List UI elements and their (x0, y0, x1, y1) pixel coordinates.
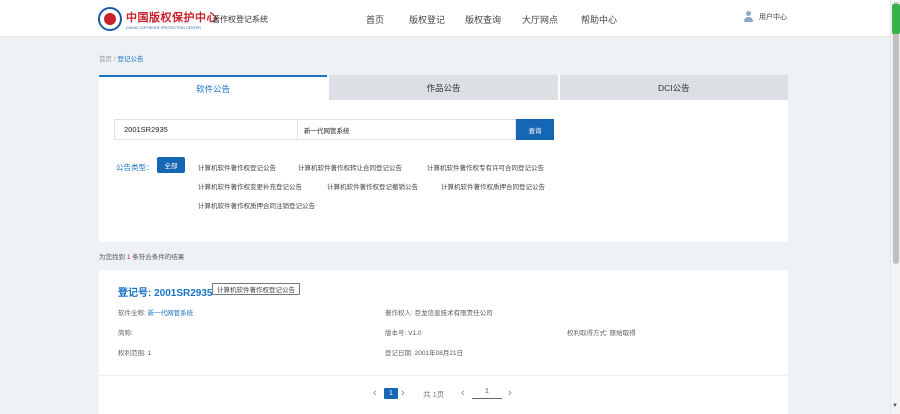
tab-software[interactable]: 软件公告 (99, 75, 328, 100)
vertical-scrollbar[interactable]: ▼ (890, 0, 900, 414)
scrollbar-thumb[interactable] (893, 2, 899, 264)
system-name: 著作权登记系统 (212, 15, 268, 24)
filter-pledge-contract[interactable]: 计算机软件著作权质押合同登记公告 (441, 181, 545, 191)
breadcrumb-current: 登记公告 (117, 56, 144, 63)
breadcrumb-home[interactable]: 首页 (99, 56, 112, 63)
registration-date: 登记日期: 2001年08月21日 (385, 350, 464, 357)
top-header: 中国版权保护中心 CHINA COPYRIGHT PROTECTION CENT… (0, 0, 890, 37)
current-page[interactable]: 1 (384, 388, 398, 399)
user-icon (743, 11, 754, 23)
total-pages: 共 1页 (423, 390, 445, 399)
filter-pledge-cancellation[interactable]: 计算机软件著作权质押合同注销登记公告 (198, 200, 315, 210)
breadcrumb: 首页 / 登记公告 (99, 53, 143, 63)
card-divider (99, 375, 788, 376)
logo-emblem-icon (98, 7, 122, 31)
filter-revocation[interactable]: 计算机软件著作权登记撤销公告 (327, 181, 418, 191)
scroll-down-icon[interactable]: ▼ (892, 403, 898, 409)
page-jump-input[interactable]: 1 (472, 388, 502, 399)
software-full-name: 软件全称: 新一代网管系统 (118, 310, 194, 317)
filter-change-supplement[interactable]: 计算机软件著作权变更补充登记公告 (198, 181, 302, 191)
filter-all-button[interactable]: 全部 (157, 157, 185, 173)
logo-title: 中国版权保护中心 (126, 10, 218, 24)
search-panel: 软件公告 作品公告 DCI公告 2001SR2935 新一代网管系统 查询 公告… (99, 75, 788, 242)
breadcrumb-separator: / (113, 56, 116, 63)
nav-copyright-registration[interactable]: 版权登记 (409, 13, 445, 26)
rights-scope: 权利范围: 1 (118, 350, 152, 357)
software-full-name-value[interactable]: 新一代网管系统 (148, 310, 194, 317)
logo-subtitle: CHINA COPYRIGHT PROTECTION CENTER (126, 25, 201, 30)
announcement-type-tag: 计算机软件著作权登记公告 (212, 283, 300, 295)
tab-works[interactable]: 作品公告 (329, 75, 558, 100)
search-button[interactable]: 查询 (516, 119, 554, 140)
user-center-label: 用户中心 (759, 14, 787, 21)
rights-acquisition-method: 权利取得方式: 原始取得 (567, 330, 636, 337)
filter-transfer-contract[interactable]: 计算机软件著作权转让合同登记公告 (298, 162, 402, 172)
registration-number-input[interactable]: 2001SR2935 (114, 119, 297, 140)
filter-registration[interactable]: 计算机软件著作权登记公告 (198, 162, 276, 172)
software-name-input[interactable]: 新一代网管系统 (297, 119, 516, 140)
short-name: 简称: (118, 330, 133, 337)
announcement-type-label: 公告类型： (116, 163, 154, 172)
version-number: 版本号: V1.0 (385, 330, 422, 337)
tab-dci[interactable]: DCI公告 (559, 75, 788, 100)
announcement-tabs: 软件公告 作品公告 DCI公告 (99, 75, 788, 100)
copyright-owner: 著作权人: 巨龙信息技术有限责任公司 (385, 310, 493, 317)
scrollbar-indicator (892, 4, 900, 34)
nav-home[interactable]: 首页 (366, 13, 384, 26)
nav-service-halls[interactable]: 大厅网点 (522, 13, 558, 26)
result-count-number: 1 (126, 254, 131, 261)
nav-copyright-query[interactable]: 版权查询 (465, 13, 501, 26)
site-logo[interactable]: 中国版权保护中心 CHINA COPYRIGHT PROTECTION CENT… (98, 7, 218, 31)
filter-exclusive-license[interactable]: 计算机软件著作权专有许可合同登记公告 (427, 162, 544, 172)
user-center-link[interactable]: 用户中心 (743, 11, 787, 23)
search-row: 2001SR2935 新一代网管系统 查询 (114, 119, 554, 140)
registration-number-title[interactable]: 登记号: 2001SR2935 (118, 284, 213, 299)
result-count: 为您找到 1 条符合条件的结果 (99, 254, 185, 261)
prev-page-icon[interactable]: ‹ (373, 387, 377, 399)
next-page-icon[interactable]: › (401, 387, 405, 399)
jump-prev-icon[interactable]: ‹ (461, 387, 465, 399)
nav-help-center[interactable]: 帮助中心 (581, 13, 617, 26)
jump-next-icon[interactable]: › (508, 387, 512, 399)
